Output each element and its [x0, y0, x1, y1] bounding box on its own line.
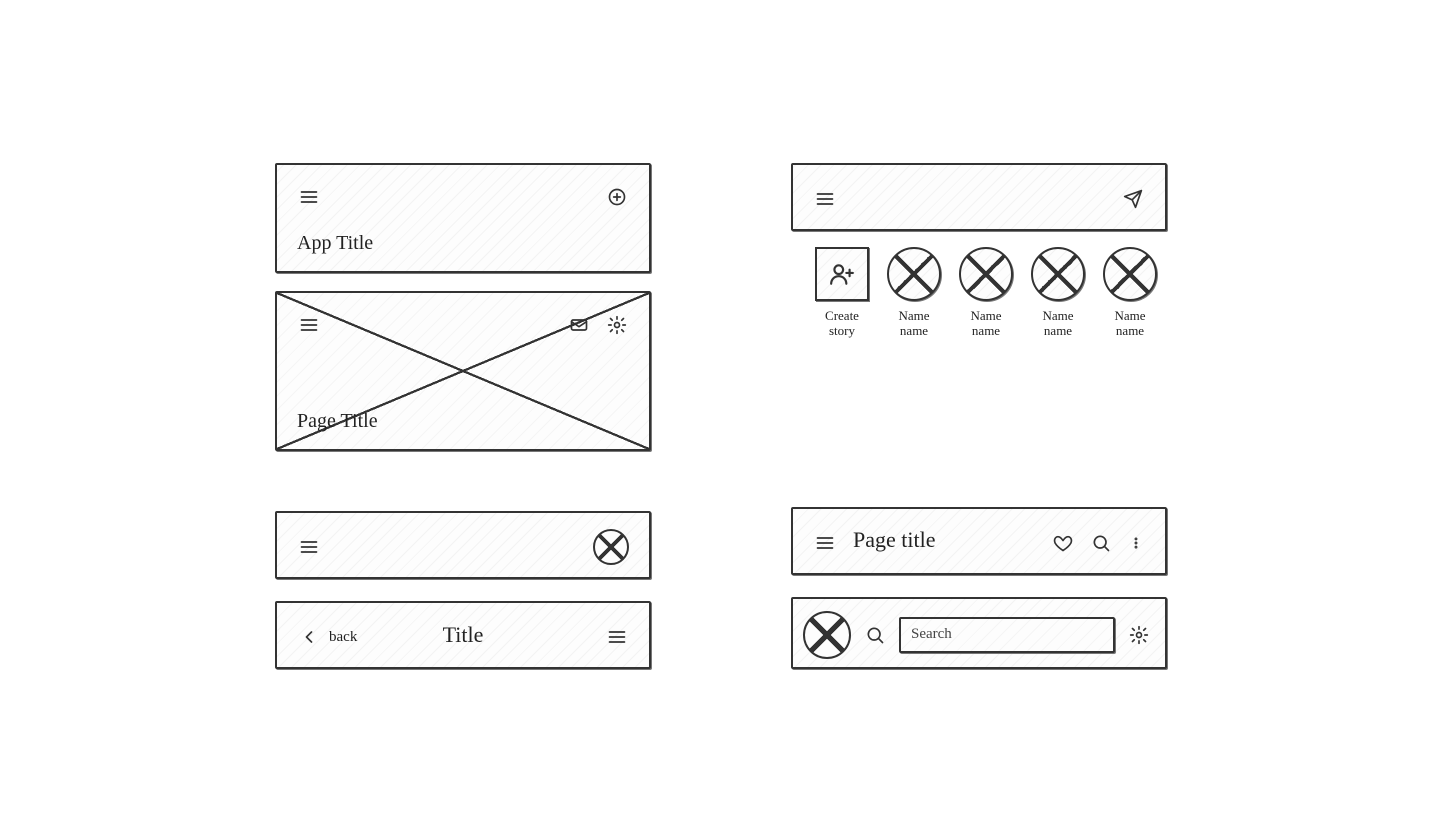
appbar-page-title-image: Page Title: [275, 291, 651, 451]
avatar: [959, 247, 1013, 301]
gear-icon[interactable]: [1129, 625, 1149, 645]
story-label: Name name: [956, 309, 1016, 339]
appbar-send: [791, 163, 1167, 231]
appbar-app-title: App Title: [275, 163, 651, 273]
story-item[interactable]: Name name: [1103, 247, 1157, 339]
search-input[interactable]: Search: [899, 617, 1115, 653]
avatar[interactable]: [803, 611, 851, 659]
plus-circle-icon[interactable]: [607, 187, 627, 207]
story-label: Name name: [1100, 309, 1160, 339]
avatar: [1031, 247, 1085, 301]
appbar-back-title: back Title: [275, 601, 651, 669]
appbar-menu-avatar: [275, 511, 651, 579]
back-label[interactable]: back: [329, 629, 357, 646]
appbar-search: Search: [791, 597, 1167, 669]
chevron-left-icon[interactable]: [299, 627, 319, 647]
center-title: Title: [443, 622, 484, 648]
story-item[interactable]: Name name: [887, 247, 941, 339]
add-user-icon: [815, 247, 869, 301]
menu-icon[interactable]: [607, 627, 627, 647]
menu-icon[interactable]: [299, 187, 319, 207]
heart-icon[interactable]: [1053, 533, 1073, 553]
avatar: [887, 247, 941, 301]
menu-icon[interactable]: [815, 189, 835, 209]
gear-icon[interactable]: [607, 315, 627, 335]
create-story-label: Create story: [812, 309, 872, 339]
menu-icon[interactable]: [299, 315, 319, 335]
create-story[interactable]: Create story: [815, 247, 869, 339]
story-label: Name name: [884, 309, 944, 339]
appbar-page-title-actions: Page title: [791, 507, 1167, 575]
send-icon[interactable]: [1123, 189, 1143, 209]
story-item[interactable]: Name name: [959, 247, 1013, 339]
search-icon[interactable]: [1091, 533, 1111, 553]
page-title: Page title: [853, 527, 935, 553]
story-label: Name name: [1028, 309, 1088, 339]
search-placeholder: Search: [911, 626, 952, 643]
page-title: Page Title: [297, 410, 378, 433]
search-icon[interactable]: [865, 625, 885, 645]
avatar[interactable]: [593, 529, 629, 565]
more-vertical-icon[interactable]: [1129, 533, 1143, 553]
mail-icon[interactable]: [569, 315, 589, 335]
story-item[interactable]: Name name: [1031, 247, 1085, 339]
stories-row: Create story Name name Name name Name na…: [791, 247, 1167, 339]
menu-icon[interactable]: [815, 533, 835, 553]
app-title: App Title: [297, 232, 373, 255]
avatar: [1103, 247, 1157, 301]
menu-icon[interactable]: [299, 537, 319, 557]
